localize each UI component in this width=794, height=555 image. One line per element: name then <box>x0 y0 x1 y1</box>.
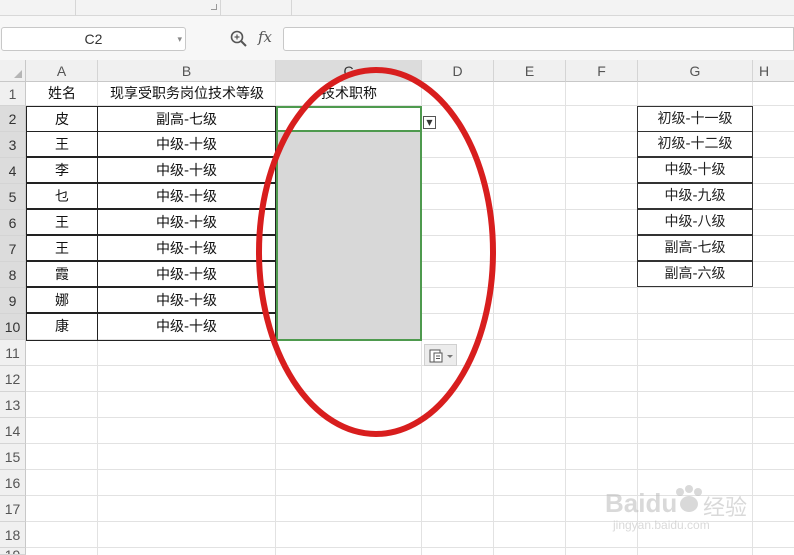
cell-a1-header-name[interactable]: 姓名 <box>26 82 98 106</box>
column-header-c[interactable]: C <box>276 60 422 82</box>
table-row-level[interactable]: 中级-十级 <box>97 287 276 313</box>
table-row-name[interactable]: 娜 <box>26 287 98 313</box>
row-header-9[interactable]: 9 <box>0 288 26 314</box>
list-item-option[interactable]: 初级-十二级 <box>637 131 753 157</box>
list-item-option[interactable]: 中级-八级 <box>637 209 753 235</box>
table-row-level[interactable]: 中级-十级 <box>97 157 276 183</box>
table-row-level[interactable]: 中级-十级 <box>97 313 276 341</box>
table-row-level[interactable]: 中级-十级 <box>97 131 276 157</box>
row-header-19[interactable]: 19 <box>0 548 26 555</box>
table-row-level[interactable]: 中级-十级 <box>97 235 276 261</box>
list-item-option[interactable]: 中级-十级 <box>637 157 753 183</box>
column-header-h[interactable]: H <box>753 60 794 82</box>
column-header-b[interactable]: B <box>98 60 276 82</box>
row-header-12[interactable]: 12 <box>0 366 26 392</box>
row-header-11[interactable]: 11 <box>0 340 26 366</box>
row-header-2[interactable]: 2 <box>0 106 26 132</box>
table-row-name[interactable]: 霞 <box>26 261 98 287</box>
table-row-name[interactable]: 王 <box>26 235 98 261</box>
row-header-4[interactable]: 4 <box>0 158 26 184</box>
row-header-17[interactable]: 17 <box>0 496 26 522</box>
name-box[interactable]: C2 ▾ <box>1 27 186 51</box>
formula-input[interactable] <box>283 27 794 51</box>
toolbar-strip <box>0 0 794 16</box>
row-header-10[interactable]: 10 <box>0 314 26 340</box>
list-item-option[interactable]: 副高-七级 <box>637 235 753 261</box>
list-item-option[interactable]: 副高-六级 <box>637 261 753 287</box>
table-row-name[interactable]: 皮 <box>26 106 98 132</box>
row-header-14[interactable]: 14 <box>0 418 26 444</box>
row-header-1[interactable]: 1 <box>0 82 26 106</box>
select-all-corner[interactable] <box>0 60 26 82</box>
baidu-watermark: Baidu 经验 jingyan.baidu.com <box>605 480 765 540</box>
row-header-15[interactable]: 15 <box>0 444 26 470</box>
row-header-8[interactable]: 8 <box>0 262 26 288</box>
expand-corner-icon[interactable] <box>211 4 217 10</box>
table-row-name[interactable]: 乜 <box>26 183 98 209</box>
chevron-down-icon[interactable]: ▼ <box>423 116 436 129</box>
list-item-option[interactable]: 初级-十一级 <box>637 106 753 132</box>
paste-options-icon <box>429 349 453 363</box>
table-row-level[interactable]: 中级-十级 <box>97 209 276 235</box>
selected-range-c2-c10[interactable] <box>276 106 422 341</box>
table-row-level[interactable]: 中级-十级 <box>97 183 276 209</box>
row-header-18[interactable]: 18 <box>0 522 26 548</box>
column-header-g[interactable]: G <box>638 60 753 82</box>
row-header-13[interactable]: 13 <box>0 392 26 418</box>
row-header-5[interactable]: 5 <box>0 184 26 210</box>
column-header-e[interactable]: E <box>494 60 566 82</box>
name-box-value: C2 <box>84 31 103 47</box>
row-header-6[interactable]: 6 <box>0 210 26 236</box>
paste-options-button[interactable] <box>424 344 457 366</box>
row-header-7[interactable]: 7 <box>0 236 26 262</box>
watermark-url: jingyan.baidu.com <box>613 518 710 532</box>
table-row-name[interactable]: 李 <box>26 157 98 183</box>
row-header-16[interactable]: 16 <box>0 470 26 496</box>
list-item-option[interactable]: 中级-九级 <box>637 183 753 209</box>
table-row-name[interactable]: 康 <box>26 313 98 341</box>
table-row-level[interactable]: 副高-七级 <box>97 106 276 132</box>
cell-c1-header-title[interactable]: 技术职称 <box>276 82 422 106</box>
column-header-f[interactable]: F <box>566 60 638 82</box>
active-cell-c2[interactable] <box>276 106 422 132</box>
fx-icon[interactable]: fx <box>258 28 272 46</box>
chevron-down-icon[interactable]: ▾ <box>177 28 182 50</box>
cell-b1-header-level[interactable]: 现享受职务岗位技术等级 <box>98 82 276 106</box>
column-header-d[interactable]: D <box>422 60 494 82</box>
table-row-name[interactable]: 王 <box>26 131 98 157</box>
zoom-magnifier-icon[interactable] <box>229 29 249 49</box>
table-row-name[interactable]: 王 <box>26 209 98 235</box>
row-header-3[interactable]: 3 <box>0 132 26 158</box>
table-row-level[interactable]: 中级-十级 <box>97 261 276 287</box>
column-header-a[interactable]: A <box>26 60 98 82</box>
watermark-brand: Baidu <box>605 488 678 518</box>
